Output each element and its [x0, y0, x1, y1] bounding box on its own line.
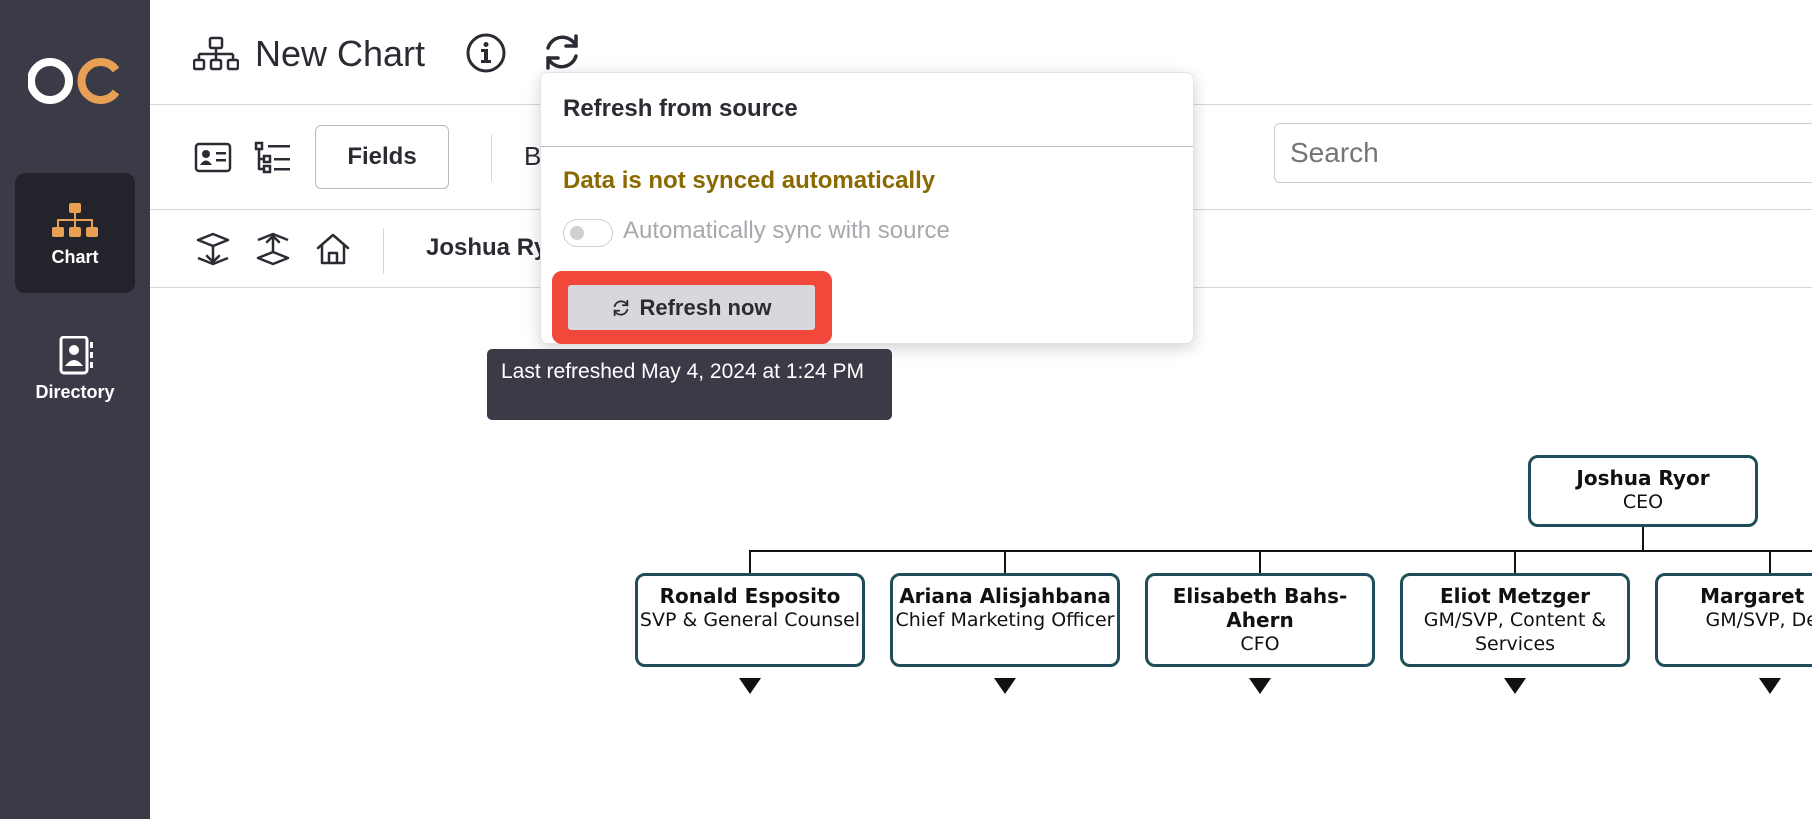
- contact-book-icon: [59, 336, 93, 375]
- refresh-popover: Refresh from source Data is not synced a…: [540, 72, 1194, 344]
- home-icon[interactable]: [314, 232, 352, 266]
- node-name: Elisabeth Bahs-Ahern: [1172, 584, 1348, 632]
- toolbar-divider: [383, 228, 384, 274]
- tree-list-icon[interactable]: [254, 141, 292, 175]
- popover-title: Refresh from source: [563, 95, 798, 122]
- connector-line: [749, 550, 751, 573]
- expand-node-arrow[interactable]: [1249, 678, 1271, 694]
- expand-down-icon[interactable]: [194, 232, 232, 266]
- card-view-icon[interactable]: [194, 141, 232, 175]
- org-node[interactable]: Elisabeth Bahs-Ahern CFO: [1145, 573, 1375, 667]
- connector-line: [750, 550, 1812, 552]
- expand-node-arrow[interactable]: [1759, 678, 1781, 694]
- node-name: Margaret Be: [1700, 584, 1812, 608]
- last-refreshed-tooltip: Last refreshed May 4, 2024 at 1:24 PM: [487, 349, 892, 420]
- refresh-now-label: Refresh now: [639, 294, 772, 320]
- popover-divider: [541, 146, 1193, 147]
- node-title: GM/SVP, Devi: [1705, 609, 1812, 631]
- org-node[interactable]: Ronald Esposito SVP & General Counsel: [635, 573, 865, 667]
- page-title: New Chart: [255, 33, 426, 74]
- fields-button[interactable]: Fields: [315, 125, 449, 189]
- info-icon[interactable]: [465, 32, 507, 74]
- expand-up-icon[interactable]: [254, 232, 292, 266]
- refresh-icon[interactable]: [540, 30, 584, 74]
- toolbar-divider: [491, 135, 492, 181]
- node-title: GM/SVP, Content & Services: [1423, 609, 1607, 655]
- node-title: CEO: [1622, 491, 1664, 513]
- app-logo[interactable]: [28, 50, 123, 112]
- refresh-now-button[interactable]: Refresh now: [568, 285, 815, 330]
- sidebar-item-label: Chart: [51, 247, 99, 267]
- org-node[interactable]: Margaret BeGM/SVP, Devi: [1655, 573, 1812, 667]
- breadcrumb[interactable]: Joshua Ry: [426, 234, 547, 262]
- auto-sync-toggle[interactable]: [563, 219, 613, 247]
- auto-sync-label: Automatically sync with source: [623, 217, 950, 244]
- sidebar: Chart Directory: [0, 0, 150, 819]
- sidebar-item-chart[interactable]: Chart: [15, 173, 135, 293]
- connector-line: [1514, 550, 1516, 573]
- sidebar-item-label: Directory: [35, 382, 115, 402]
- connector-line: [1769, 550, 1771, 573]
- node-title: SVP & General Counsel: [639, 609, 861, 631]
- expand-node-arrow[interactable]: [739, 678, 761, 694]
- org-node[interactable]: Ariana Alisjahbana Chief Marketing Office…: [890, 573, 1120, 667]
- sidebar-item-directory[interactable]: Directory: [15, 308, 135, 428]
- node-name: Ronald Esposito: [659, 584, 841, 608]
- sync-warning-text: Data is not synced automatically: [563, 167, 936, 194]
- org-node-root[interactable]: Joshua Ryor CEO: [1528, 455, 1758, 527]
- refresh-icon: [614, 299, 629, 316]
- node-title: CFO: [1240, 633, 1280, 655]
- toggle-knob: [570, 226, 584, 240]
- expand-node-arrow[interactable]: [994, 678, 1016, 694]
- connector-line: [1004, 550, 1006, 573]
- node-name: Eliot Metzger: [1439, 584, 1591, 608]
- node-title: Chief Marketing Officer: [895, 609, 1115, 631]
- expand-node-arrow[interactable]: [1504, 678, 1526, 694]
- org-chart-icon: [193, 36, 239, 71]
- search-input[interactable]: [1274, 123, 1812, 183]
- connector-line: [1259, 550, 1261, 573]
- node-name: Ariana Alisjahbana: [899, 584, 1111, 608]
- org-chart-icon: [52, 203, 98, 237]
- connector-line: [1642, 527, 1644, 551]
- toolbar-obscured-label[interactable]: B: [524, 141, 541, 172]
- org-node[interactable]: Eliot Metzger GM/SVP, Content & Services: [1400, 573, 1630, 667]
- node-name: Joshua Ryor: [1576, 466, 1710, 490]
